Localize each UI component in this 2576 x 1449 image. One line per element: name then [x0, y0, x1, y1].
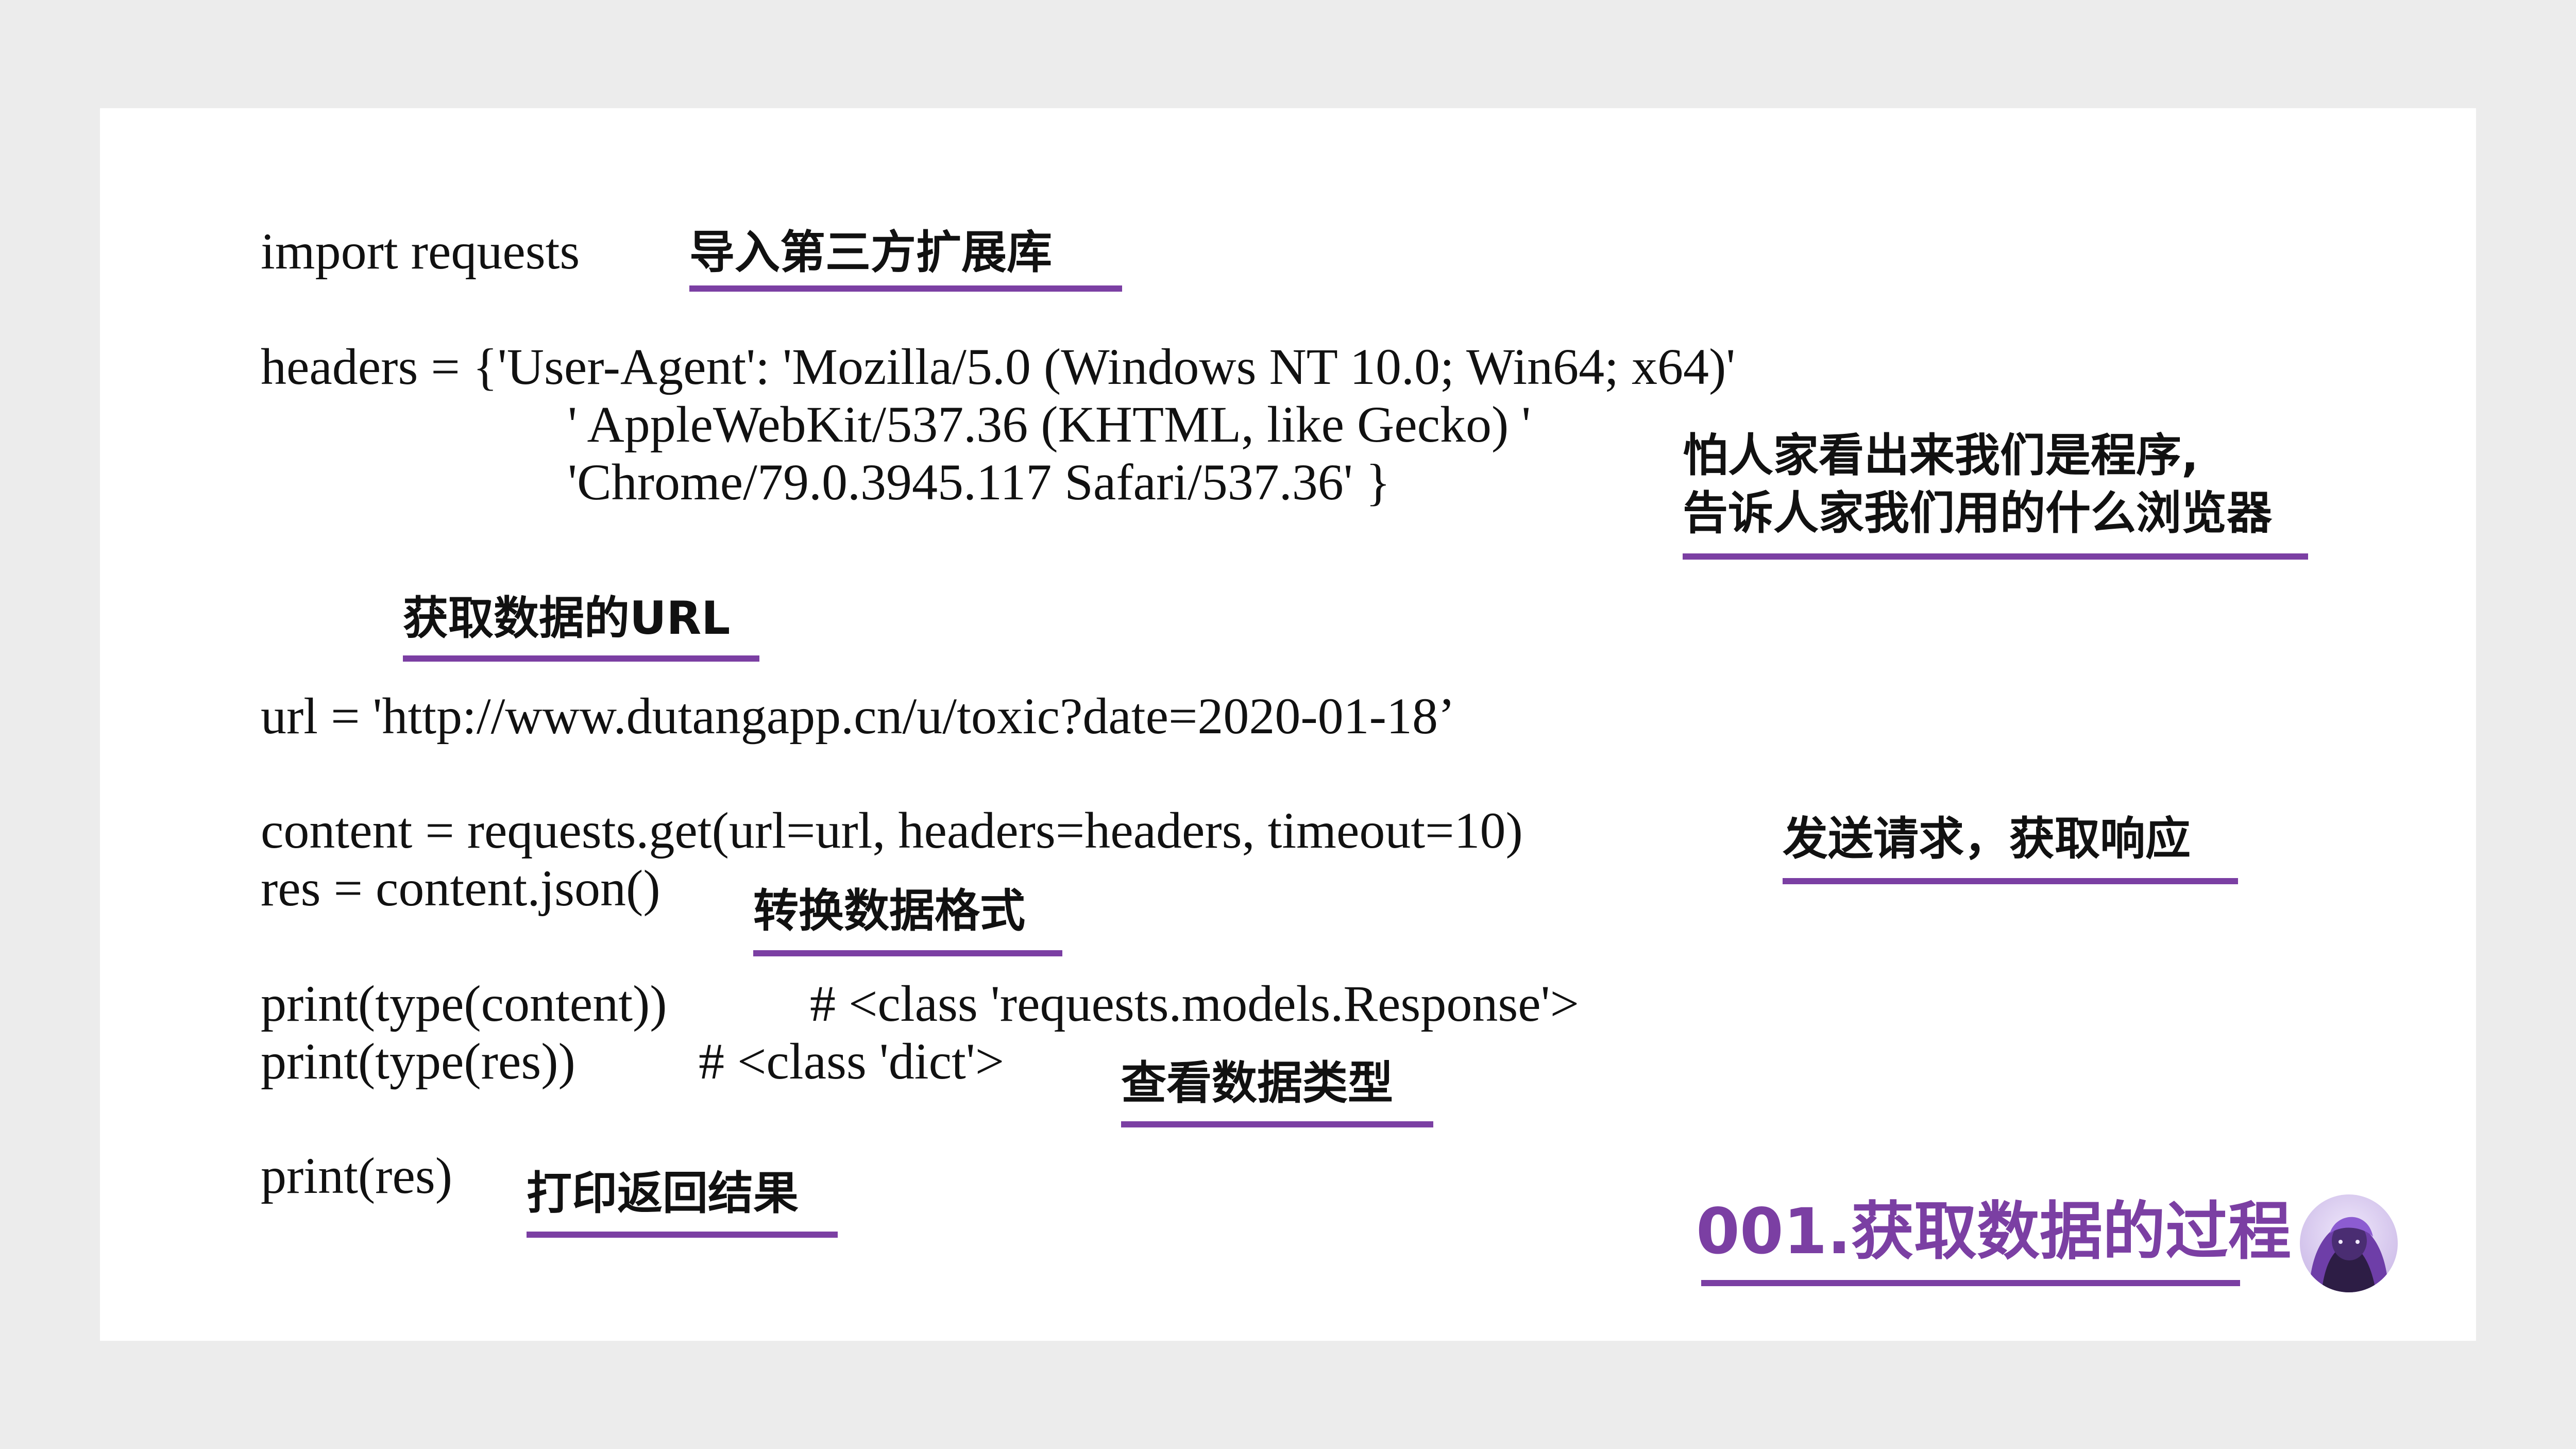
- note-import-underline: [689, 285, 1122, 292]
- code-line-import: import requests: [261, 223, 580, 280]
- note-headers-line-2: 告诉人家我们用的什么浏览器: [1683, 486, 2273, 540]
- note-json: 转换数据格式: [753, 884, 1026, 937]
- avatar-icon: [2300, 1194, 2398, 1292]
- code-line-print-res: print(res): [261, 1147, 453, 1204]
- code-line-print-type-content: print(type(content)): [261, 975, 667, 1032]
- author-avatar: [2300, 1194, 2398, 1292]
- note-request-underline: [1783, 878, 2238, 884]
- code-comment-res-type: # <class 'dict'>: [699, 1033, 1005, 1090]
- note-url-underline: [403, 655, 759, 662]
- code-line-headers-3: 'Chrome/79.0.3945.117 Safari/537.36' }: [568, 453, 1391, 511]
- slide: import requests 导入第三方扩展库 headers = {'Use…: [100, 108, 2476, 1341]
- code-comment-content-type: # <class 'requests.models.Response'>: [810, 975, 1580, 1032]
- footer-title: 001.获取数据的过程: [1696, 1195, 2292, 1268]
- code-line-res: res = content.json(): [261, 860, 660, 917]
- code-line-url: url = 'http://www.dutangapp.cn/u/toxic?d…: [261, 687, 1455, 745]
- note-json-underline: [753, 950, 1062, 956]
- note-request: 发送请求，获取响应: [1783, 812, 2191, 865]
- note-print-underline: [527, 1232, 838, 1238]
- note-headers-underline: [1683, 553, 2308, 560]
- code-line-headers-1: headers = {'User-Agent': 'Mozilla/5.0 (W…: [261, 338, 1736, 395]
- footer-title-underline: [1701, 1280, 2240, 1286]
- code-line-print-type-res: print(type(res)): [261, 1033, 575, 1090]
- note-headers-line-1: 怕人家看出来我们是程序,: [1683, 429, 2199, 482]
- note-type-underline: [1121, 1121, 1433, 1127]
- note-url: 获取数据的URL: [403, 592, 731, 645]
- note-print: 打印返回结果: [527, 1167, 799, 1220]
- note-import: 导入第三方扩展库: [689, 226, 1053, 279]
- code-line-headers-2: ' AppleWebKit/537.36 (KHTML, like Gecko)…: [568, 396, 1531, 453]
- note-type: 查看数据类型: [1121, 1056, 1394, 1109]
- code-line-content: content = requests.get(url=url, headers=…: [261, 802, 1523, 859]
